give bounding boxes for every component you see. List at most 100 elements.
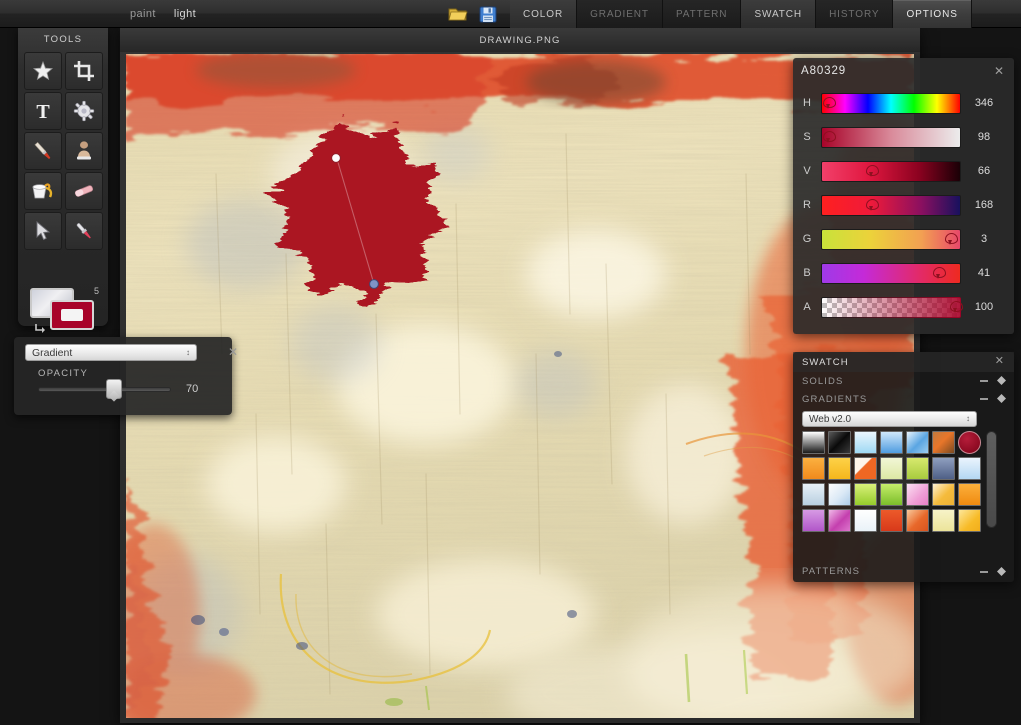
paint-bucket-tool[interactable] xyxy=(24,172,62,210)
swatch-cream[interactable] xyxy=(932,509,955,532)
channel-slider[interactable] xyxy=(821,127,961,148)
reset-colors-icon[interactable] xyxy=(34,322,48,338)
swatch-black-diagonal[interactable] xyxy=(828,431,851,454)
plus-diamond-icon[interactable] xyxy=(997,567,1006,576)
brush-icon xyxy=(31,139,55,163)
eyedropper-tool[interactable] xyxy=(65,212,103,250)
gear-icon xyxy=(73,100,95,122)
color-swatch-stack[interactable]: 5 xyxy=(30,286,100,336)
file-action-icons xyxy=(447,2,499,26)
color-panel-header: A80329 ✕ xyxy=(793,58,1014,84)
paint-application: paint light CO xyxy=(0,0,1021,725)
swatch-pink[interactable] xyxy=(906,483,929,506)
tab-options[interactable]: OPTIONS xyxy=(893,0,971,28)
channel-slider[interactable] xyxy=(821,93,961,114)
channel-slider[interactable] xyxy=(821,297,961,318)
color-channel-s: S 98 xyxy=(793,120,1014,154)
minus-icon[interactable] xyxy=(980,380,988,382)
swatch-magenta-diagonal[interactable] xyxy=(828,509,851,532)
channel-label: G xyxy=(793,233,821,245)
crop-tool[interactable] xyxy=(65,52,103,90)
swatch-library-select[interactable]: Web v2.0 ↕ xyxy=(802,411,977,427)
tab-color[interactable]: COLOR xyxy=(510,0,577,28)
opacity-slider-handle[interactable] xyxy=(106,379,122,399)
swatch-pale-lime[interactable] xyxy=(880,457,903,480)
swatch-burnt-orange[interactable] xyxy=(906,509,929,532)
swatch-white-blue[interactable] xyxy=(828,483,851,506)
color-panel: A80329 ✕ H 346 S 98 V xyxy=(793,58,1014,334)
swatch-violet[interactable] xyxy=(802,509,825,532)
swatch-current-dark-red[interactable] xyxy=(958,431,981,454)
gradient-options-panel: Gradient ↕ ✕ OPACITY 70 xyxy=(14,337,232,415)
color-hex-value[interactable]: A80329 xyxy=(801,65,846,77)
swatch-sky-blue[interactable] xyxy=(880,431,903,454)
color-channel-r: R 168 xyxy=(793,188,1014,222)
close-icon[interactable]: ✕ xyxy=(995,356,1004,367)
swatch-section-patterns[interactable]: PATTERNS xyxy=(793,560,1014,582)
swatch-scrollbar[interactable] xyxy=(986,431,997,528)
swap-colors-icon[interactable]: 5 xyxy=(94,286,99,296)
crop-icon xyxy=(73,60,95,82)
brush-tool[interactable] xyxy=(24,132,62,170)
swatch-lime[interactable] xyxy=(854,483,877,506)
channel-label: R xyxy=(793,199,821,211)
swatch-gold-diagonal[interactable] xyxy=(932,483,955,506)
menu-bar: paint light CO xyxy=(0,0,1021,28)
plus-diamond-icon[interactable] xyxy=(997,394,1006,403)
swatch-ice-blue[interactable] xyxy=(958,457,981,480)
swatch-amber[interactable] xyxy=(828,457,851,480)
swatch-orange[interactable] xyxy=(802,457,825,480)
value-gradient-bar xyxy=(821,161,961,182)
shape-star-tool[interactable] xyxy=(24,52,62,90)
menu-item-paint[interactable]: paint xyxy=(130,8,156,20)
minus-icon[interactable] xyxy=(980,398,988,400)
gradient-type-value: Gradient xyxy=(32,347,72,359)
swatch-light-steel[interactable] xyxy=(802,483,825,506)
stamp-tool[interactable] xyxy=(65,132,103,170)
swatch-yellow-green[interactable] xyxy=(906,457,929,480)
swatch-library-value: Web v2.0 xyxy=(809,414,851,425)
swatch-slate-blue[interactable] xyxy=(932,457,955,480)
close-icon[interactable]: ✕ xyxy=(228,346,238,358)
open-folder-icon[interactable] xyxy=(447,3,469,25)
channel-label: A xyxy=(793,301,821,313)
swatch-orange-brown[interactable] xyxy=(932,431,955,454)
swatch-blue-diagonal[interactable] xyxy=(906,431,929,454)
tab-swatch[interactable]: SWATCH xyxy=(741,0,816,28)
settings-gear-tool[interactable] xyxy=(65,92,103,130)
panel-tabs: COLOR GRADIENT PATTERN SWATCH HISTORY OP… xyxy=(510,0,972,28)
swatch-golden[interactable] xyxy=(958,509,981,532)
section-label: GRADIENTS xyxy=(802,394,867,405)
swatch-red-orange[interactable] xyxy=(880,509,903,532)
channel-slider[interactable] xyxy=(821,161,961,182)
color-channel-h: H 346 xyxy=(793,86,1014,120)
tab-pattern[interactable]: PATTERN xyxy=(663,0,742,28)
swatch-black-white[interactable] xyxy=(802,431,825,454)
opacity-slider-track[interactable] xyxy=(38,387,171,392)
swatch-white[interactable] xyxy=(854,509,877,532)
channel-slider[interactable] xyxy=(821,195,961,216)
swatch-section-gradients[interactable]: GRADIENTS xyxy=(793,390,1014,408)
plus-diamond-icon[interactable] xyxy=(997,376,1006,385)
swatch-pale-blue[interactable] xyxy=(854,431,877,454)
pointer-tool[interactable] xyxy=(24,212,62,250)
channel-value: 346 xyxy=(961,97,1007,109)
text-tool[interactable]: T xyxy=(24,92,62,130)
swatch-orange-split[interactable] xyxy=(854,457,877,480)
channel-label: S xyxy=(793,131,821,143)
swatch-deep-orange[interactable] xyxy=(958,483,981,506)
channel-slider[interactable] xyxy=(821,229,961,250)
tab-history[interactable]: HISTORY xyxy=(816,0,893,28)
close-icon[interactable]: ✕ xyxy=(994,65,1004,77)
eraser-tool[interactable] xyxy=(65,172,103,210)
channel-slider[interactable] xyxy=(821,263,961,284)
minus-icon[interactable] xyxy=(980,571,988,573)
menu-item-light[interactable]: light xyxy=(174,8,196,20)
gradient-type-select[interactable]: Gradient ↕ xyxy=(25,344,197,361)
save-disk-icon[interactable] xyxy=(477,3,499,25)
tab-gradient[interactable]: GRADIENT xyxy=(577,0,663,28)
swatch-section-solids[interactable]: SOLIDS xyxy=(793,372,1014,390)
foreground-color-swatch[interactable] xyxy=(50,300,94,330)
swatch-green[interactable] xyxy=(880,483,903,506)
section-label: SOLIDS xyxy=(802,376,843,387)
